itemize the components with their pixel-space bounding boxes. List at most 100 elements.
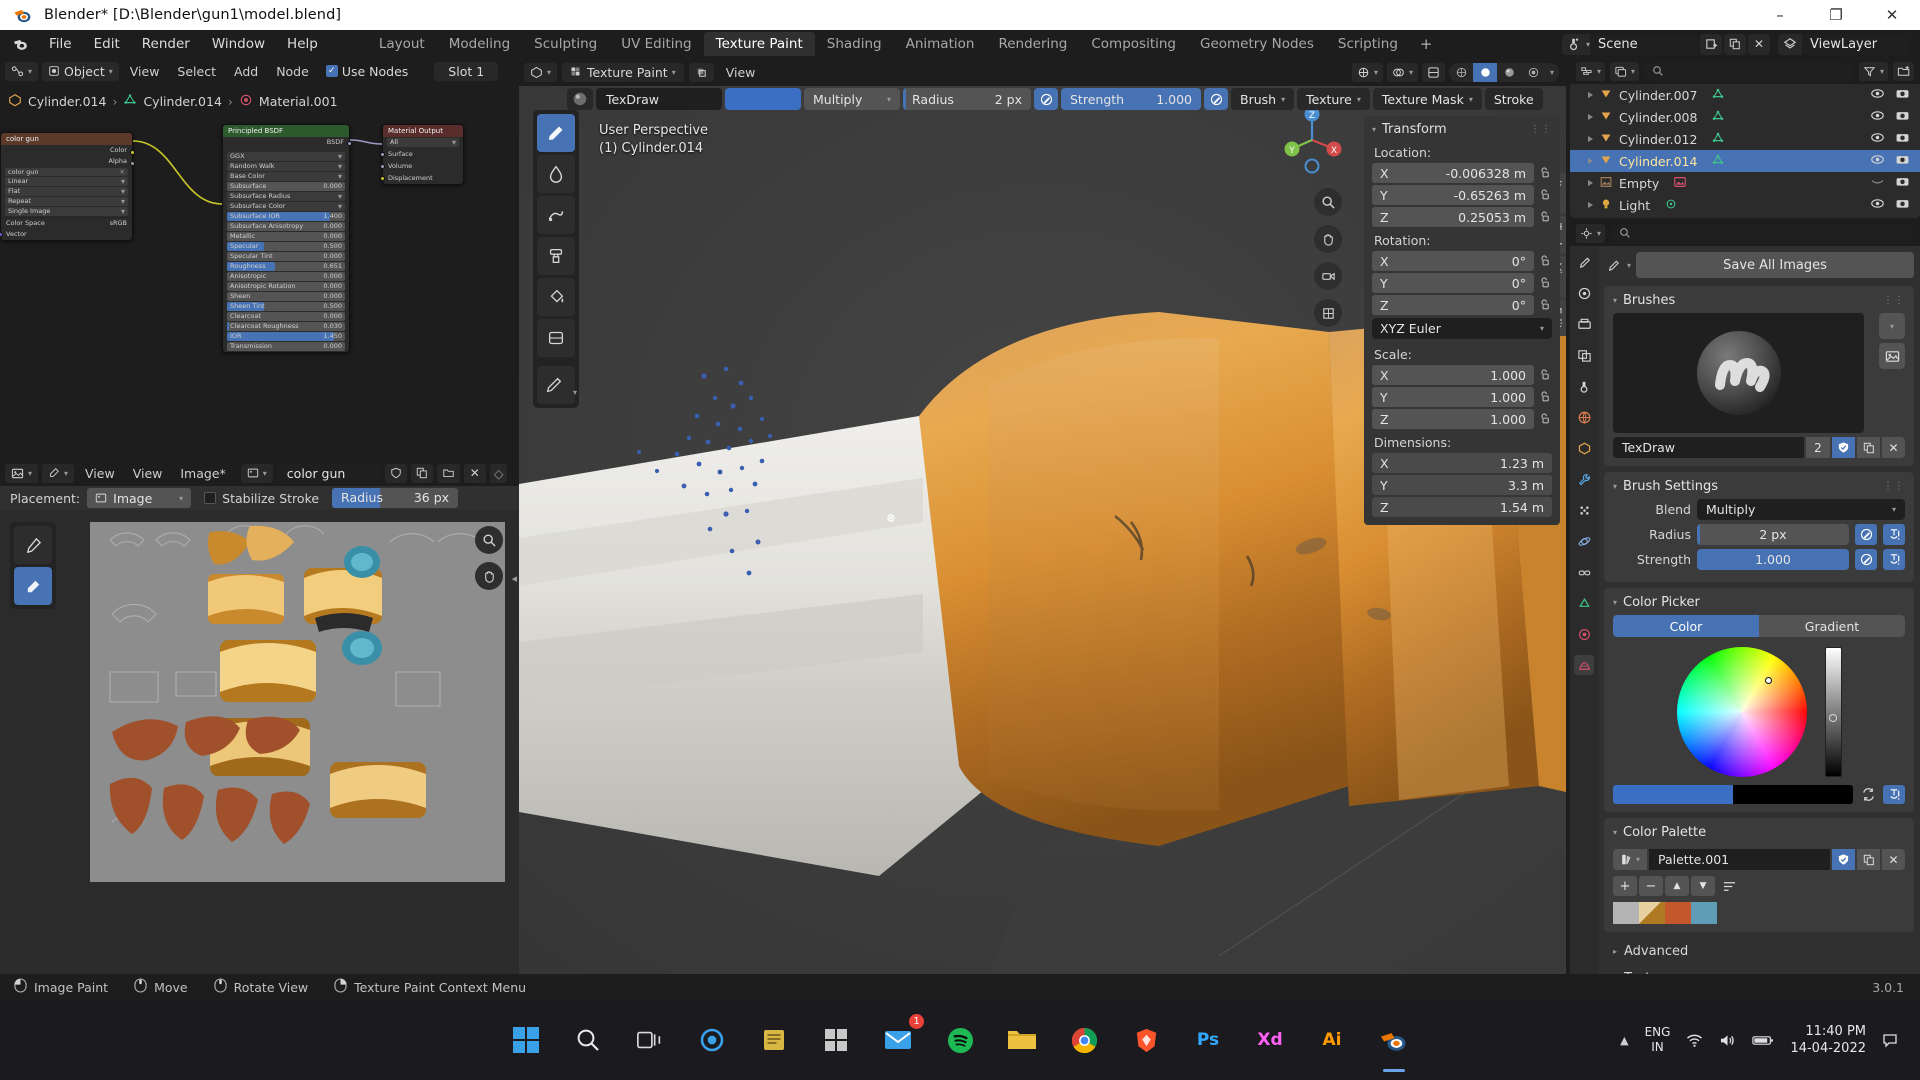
radius-pressure-icon[interactable] (1034, 88, 1058, 110)
maximize-button[interactable]: ❐ (1808, 0, 1864, 30)
save-all-images-button[interactable]: Save All Images (1636, 252, 1914, 278)
workspace-tab-layout[interactable]: Layout (367, 32, 437, 56)
node-row-2[interactable]: Base Color ▾ (227, 172, 345, 181)
viewlayer-name[interactable]: ViewLayer (1802, 33, 1910, 55)
shading-rendered-icon[interactable] (1521, 63, 1545, 82)
chevron-up-icon[interactable]: ▲ (1620, 1034, 1628, 1047)
brush-name-field[interactable]: TexDraw (596, 88, 722, 110)
properties-editor-type-icon[interactable]: ▾ (1576, 223, 1606, 243)
eye-icon[interactable] (1870, 197, 1885, 213)
strength-pressure-icon[interactable] (1855, 549, 1877, 570)
outliner-row[interactable]: Light (1570, 194, 1920, 216)
app-chrome[interactable] (1061, 1017, 1107, 1063)
node-principled-bsdf[interactable]: Principled BSDF BSDF GGX ▾ Random Walk ▾ Bas… (222, 124, 352, 353)
scale-lock-icon[interactable] (1538, 412, 1552, 426)
app-notes[interactable] (751, 1017, 797, 1063)
node-row-18[interactable]: IOR 1.450 (227, 332, 345, 341)
image-editor-extra-icon[interactable]: ◇ (489, 463, 508, 483)
delete-palette-icon[interactable]: ✕ (1882, 849, 1905, 870)
shader-view-menu[interactable]: View (123, 64, 167, 79)
fill-tool[interactable] (537, 278, 575, 316)
output-socket-alpha[interactable] (130, 161, 135, 166)
stabilize-stroke-checkbox[interactable]: Stabilize Stroke (204, 491, 319, 506)
input-socket-displacement[interactable] (380, 176, 385, 181)
node-row-3[interactable]: Subsurface 0.000 (227, 182, 345, 191)
image-view-menu[interactable]: View (78, 466, 122, 481)
output-socket-bsdf[interactable] (347, 141, 352, 146)
palette-icon[interactable]: ▾ (1613, 849, 1647, 870)
node-colorspace[interactable]: Color Space sRGB (1, 217, 132, 228)
app-photoshop[interactable]: Ps (1185, 1017, 1231, 1063)
outliner-display-mode[interactable]: ▾ (1610, 61, 1640, 81)
brush-users-count[interactable]: 2 (1806, 437, 1830, 458)
minimize-button[interactable]: – (1752, 0, 1808, 30)
smear-tool[interactable] (537, 196, 575, 234)
eye-icon[interactable] (1870, 175, 1885, 191)
texture-mask-menu[interactable]: Texture Mask ▾ (1372, 88, 1482, 110)
location-z-field[interactable]: Z 0.25053 m (1372, 207, 1534, 227)
gizmo-icon[interactable]: ▾ (1351, 62, 1383, 82)
properties-render-tab[interactable] (1574, 283, 1594, 303)
mesh-data-icon[interactable] (1711, 153, 1725, 170)
notification-icon[interactable] (1882, 1032, 1898, 1048)
shader-select-menu[interactable]: Select (170, 64, 223, 79)
object-display-icon[interactable] (688, 62, 714, 82)
node-projection[interactable]: Flat ▾ (5, 187, 128, 196)
workspace-tab-scripting[interactable]: Scripting (1326, 32, 1410, 56)
properties-tool-tab[interactable] (1574, 252, 1594, 272)
new-scene-icon[interactable] (1700, 33, 1722, 55)
color-palette-panel-header[interactable]: ▾ Color Palette (1604, 818, 1914, 845)
xray-icon[interactable] (1422, 62, 1445, 82)
properties-modifier-tab[interactable] (1574, 469, 1594, 489)
blend-mode-dropdown[interactable]: Multiply ▾ (1697, 499, 1905, 520)
app-file-explorer[interactable] (999, 1017, 1045, 1063)
location-y-field[interactable]: Y -0.65263 m (1372, 185, 1534, 205)
start-button[interactable] (503, 1017, 549, 1063)
node-row-9[interactable]: Specular 0.500 (227, 242, 345, 251)
close-image-icon[interactable]: ✕ (463, 463, 486, 483)
node-row-12[interactable]: Anisotropic 0.000 (227, 272, 345, 281)
menu-render[interactable]: Render (131, 33, 201, 55)
node-material-output[interactable]: Material Output All ▾ Surface Volume Disp… (380, 124, 464, 185)
rotation-x-field[interactable]: X 0° (1372, 251, 1534, 271)
properties-particles-tab[interactable] (1574, 500, 1594, 520)
expand-triangle-icon[interactable] (1588, 92, 1593, 98)
rotation-lock-icon[interactable] (1538, 298, 1552, 312)
brush-browse-chevron-icon[interactable]: ▾ (1879, 313, 1905, 339)
remove-color-button[interactable]: − (1639, 876, 1663, 896)
brush-radius-slider[interactable]: Radius 2 px (903, 88, 1031, 110)
viewport-editor-type-icon[interactable]: ▾ (524, 62, 558, 82)
swap-colors-icon[interactable] (1857, 785, 1879, 804)
hand-icon[interactable] (475, 562, 503, 590)
dimension-y-field[interactable]: Y 3.3 m (1372, 475, 1552, 495)
camera-icon[interactable] (1895, 131, 1910, 147)
scale-lock-icon[interactable] (1538, 390, 1552, 404)
advanced-panel-header[interactable]: ▸ Advanced (1604, 938, 1914, 965)
move-down-button[interactable]: ▼ (1691, 876, 1715, 896)
breadcrumb-material-label[interactable]: Material.001 (259, 94, 338, 109)
mode-selector[interactable]: Texture Paint ▾ (562, 62, 684, 82)
image-editor-type-icon[interactable]: ▾ (5, 463, 39, 483)
scale-y-field[interactable]: Y 1.000 (1372, 387, 1534, 407)
brush-menu[interactable]: Brush ▾ (1231, 88, 1295, 110)
mesh-data-icon[interactable] (1711, 131, 1725, 148)
folder-icon[interactable] (436, 463, 460, 483)
properties-texture-tab[interactable] (1574, 655, 1594, 675)
shading-material-icon[interactable] (1497, 63, 1521, 82)
properties-view-layer-tab[interactable] (1574, 345, 1594, 365)
node-row-15[interactable]: Sheen Tint 0.500 (227, 302, 345, 311)
app-mail[interactable]: 1 (875, 1014, 924, 1063)
workspace-tab-texture-paint[interactable]: Texture Paint (703, 32, 815, 56)
node-row-16[interactable]: Clearcoat 0.000 (227, 312, 345, 321)
shading-wireframe-icon[interactable] (1449, 63, 1473, 82)
outliner-row[interactable]: Cylinder.012 (1570, 128, 1920, 150)
workspace-tab-sculpting[interactable]: Sculpting (522, 32, 609, 56)
node-output-target[interactable]: All ▾ (387, 138, 459, 147)
overlay-icon[interactable]: ▾ (1386, 62, 1418, 82)
stroke-menu[interactable]: Stroke (1484, 88, 1543, 110)
zoom-icon[interactable] (475, 526, 503, 554)
workspace-tab-uv-editing[interactable]: UV Editing (609, 32, 703, 56)
eye-icon[interactable] (1870, 153, 1885, 169)
annotate-tool[interactable]: ▾ (537, 366, 577, 404)
task-view-button[interactable] (627, 1017, 673, 1063)
